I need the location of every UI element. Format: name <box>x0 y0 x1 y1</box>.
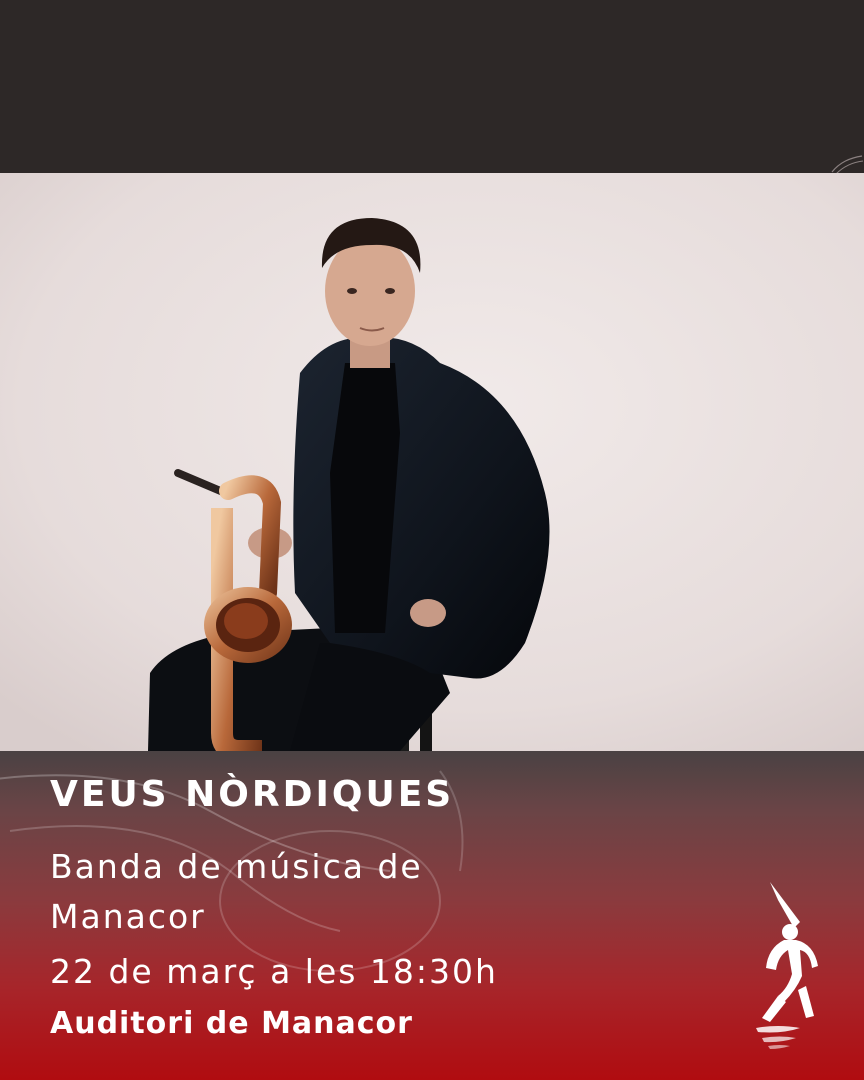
performer-name: Banda de música de Manacor <box>50 847 423 936</box>
event-date-time: 22 de març a les 18:30h <box>50 952 498 991</box>
dancing-figure-logo-icon <box>756 882 818 1049</box>
event-venue: Auditori de Manacor <box>50 1006 413 1041</box>
top-band <box>0 0 864 173</box>
performer-photo <box>0 173 864 751</box>
saxophonist-photo <box>0 173 864 751</box>
event-title: VEUS NÒRDIQUES <box>50 774 455 815</box>
